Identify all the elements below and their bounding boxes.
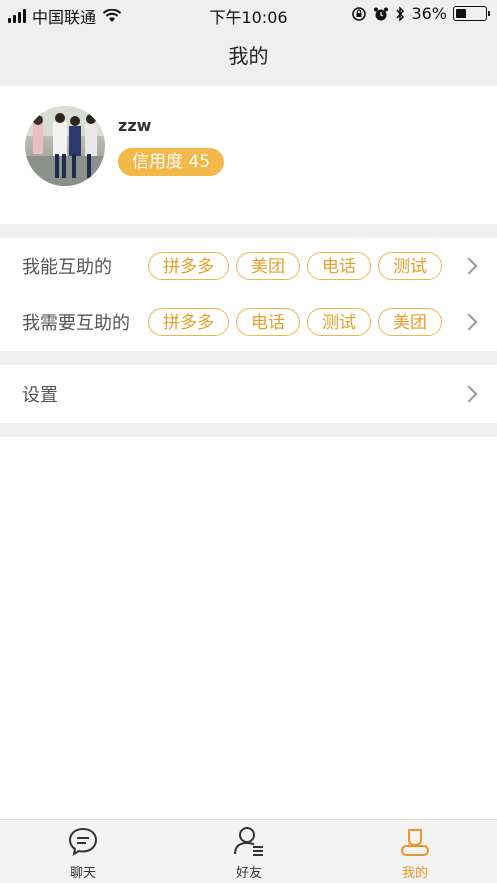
tab-chat-label: 聊天 — [69, 866, 96, 881]
nav-bar: 我的 — [0, 28, 497, 86]
need-help-label: 我需要互助的 — [22, 313, 130, 334]
page-title: 我的 — [228, 44, 269, 68]
need-help-row[interactable]: 我需要互助的 拼多多 电话 测试 美团 — [0, 294, 497, 350]
need-help-tags: 拼多多 电话 测试 美团 — [148, 308, 442, 336]
section-divider — [0, 423, 497, 437]
battery-percent: 36% — [411, 4, 447, 23]
can-help-row[interactable]: 我能互助的 拼多多 美团 电话 测试 — [0, 238, 497, 294]
chat-bubble-icon — [68, 827, 98, 857]
can-help-tags: 拼多多 美团 电话 测试 — [148, 252, 442, 280]
avatar[interactable] — [25, 106, 105, 186]
username: zzw — [118, 116, 152, 135]
friends-icon — [234, 827, 263, 856]
chevron-right-icon — [460, 257, 478, 275]
bluetooth-icon — [396, 5, 405, 22]
profile-card[interactable]: zzw 信用度 45 — [0, 86, 497, 224]
avatar-photo — [25, 106, 105, 186]
settings-label: 设置 — [22, 385, 58, 406]
alarm-icon — [374, 7, 389, 20]
tab-bar: 聊天 好友 我的 — [0, 819, 497, 883]
credit-badge: 信用度 45 — [118, 148, 225, 176]
section-divider — [0, 224, 497, 238]
rotation-lock-icon — [352, 6, 367, 21]
tab-friends[interactable]: 好友 — [189, 826, 309, 881]
tag: 电话 — [307, 252, 371, 280]
tag: 美团 — [378, 308, 442, 336]
tab-friends-label: 好友 — [235, 866, 262, 881]
tag: 电话 — [236, 308, 300, 336]
settings-row[interactable]: 设置 — [0, 365, 497, 423]
status-bar: 中国联通 下午10:06 36% — [0, 0, 497, 28]
tab-chat[interactable]: 聊天 — [23, 826, 143, 881]
can-help-label: 我能互助的 — [22, 257, 112, 278]
battery-icon — [453, 6, 490, 21]
tag: 拼多多 — [148, 308, 229, 336]
profile-icon — [401, 829, 429, 856]
chevron-right-icon — [460, 385, 478, 403]
tab-me[interactable]: 我的 — [355, 826, 475, 881]
chevron-right-icon — [460, 313, 478, 331]
tag: 拼多多 — [148, 252, 229, 280]
tag: 测试 — [378, 252, 442, 280]
tab-me-label: 我的 — [401, 866, 428, 881]
tag: 测试 — [307, 308, 371, 336]
section-divider — [0, 351, 497, 365]
tag: 美团 — [236, 252, 300, 280]
